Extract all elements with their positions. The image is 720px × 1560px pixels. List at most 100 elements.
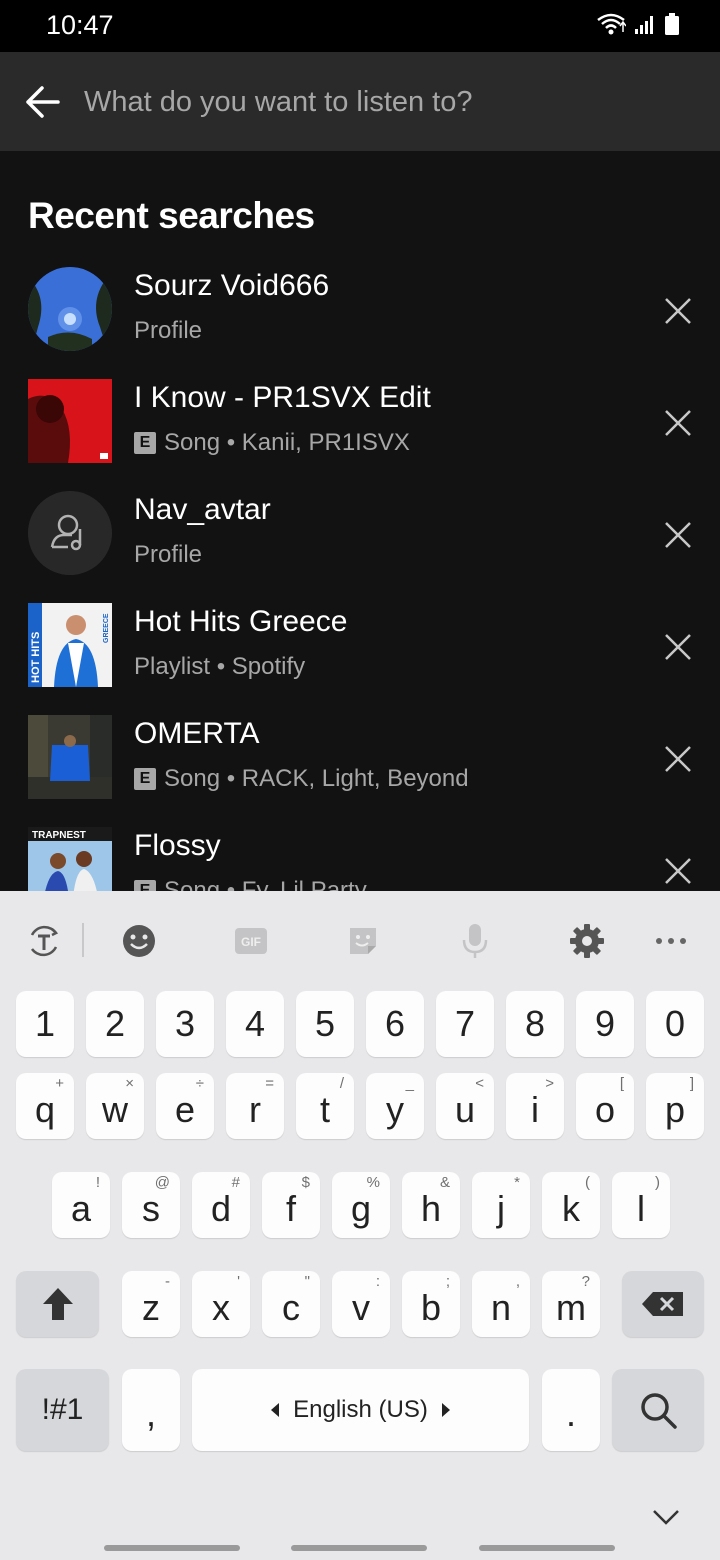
key-m[interactable]: ? m [542, 1271, 600, 1337]
key-v[interactable]: :v [332, 1271, 390, 1337]
key-s[interactable]: @ s [122, 1172, 180, 1238]
key-hint: ! [95, 1174, 100, 1191]
key-label: f [285, 1188, 296, 1229]
key-z[interactable]: -z [122, 1271, 180, 1337]
key-a[interactable]: ! a [52, 1172, 110, 1238]
search-header [0, 52, 720, 151]
space-key[interactable]: English (US) [192, 1369, 529, 1451]
key-8[interactable]: 8 [506, 991, 564, 1057]
key-label: g [350, 1188, 372, 1229]
symbols-key[interactable]: !#1 [16, 1369, 109, 1451]
key-hint: > [545, 1075, 554, 1092]
key-g[interactable]: % g [332, 1172, 390, 1238]
key-7[interactable]: 7 [436, 991, 494, 1057]
key-b[interactable]: ; b [402, 1271, 460, 1337]
key-3[interactable]: 3 [156, 991, 214, 1057]
search-input[interactable] [84, 74, 684, 130]
key-2[interactable]: 2 [86, 991, 144, 1057]
key-label: . [565, 1393, 576, 1434]
key-6[interactable]: 6 [366, 991, 424, 1057]
key-f[interactable]: $ f [262, 1172, 320, 1238]
key-r[interactable]: = r [226, 1073, 284, 1139]
key-label: u [454, 1089, 476, 1130]
key-label: n [490, 1287, 512, 1328]
recent-item[interactable]: HOT HITS GREECE Hot Hits Greece Playlist… [0, 603, 720, 715]
key-o[interactable]: [o [576, 1073, 634, 1139]
key-x[interactable]: ' x [192, 1271, 250, 1337]
key-hint: _ [405, 1075, 414, 1092]
key-hint: $ [301, 1174, 310, 1191]
key-c[interactable]: " c [262, 1271, 320, 1337]
close-icon[interactable] [660, 853, 696, 889]
more-options-icon[interactable] [649, 919, 693, 963]
key-label: o [594, 1089, 616, 1130]
key-1[interactable]: 1 [16, 991, 74, 1057]
key-label: x [212, 1287, 230, 1328]
signal-icon [635, 16, 653, 34]
key-w[interactable]: × w [86, 1073, 144, 1139]
microphone-icon [453, 919, 497, 963]
backspace-key[interactable] [622, 1271, 704, 1337]
key-k[interactable]: (k [542, 1172, 600, 1238]
key-hint: < [475, 1075, 484, 1092]
close-icon[interactable] [660, 741, 696, 777]
key-l[interactable]: ) l [612, 1172, 670, 1238]
comma-key[interactable]: , [122, 1369, 180, 1451]
item-subtitle-text: Profile [134, 541, 203, 568]
recent-item[interactable]: Nav_avtar Profile [0, 491, 720, 603]
section-title: Recent searches [28, 195, 315, 236]
recent-item[interactable]: OMERTA E Song • RACK, Light, Beyond [0, 715, 720, 827]
key-u[interactable]: < u [436, 1073, 494, 1139]
key-0[interactable]: 0 [646, 991, 704, 1057]
key-i[interactable]: > i [506, 1073, 564, 1139]
key-j[interactable]: * j [472, 1172, 530, 1238]
item-subtitle-text: Playlist • Spotify [134, 653, 306, 680]
nav-bar-home[interactable] [291, 1545, 427, 1551]
key-h[interactable]: & h [402, 1172, 460, 1238]
close-icon[interactable] [660, 629, 696, 665]
recent-item[interactable]: I Know - PR1SVX Edit E Song • Kanii, PR1… [0, 379, 720, 491]
period-key[interactable]: . [542, 1369, 600, 1451]
key-5[interactable]: 5 [296, 991, 354, 1057]
key-label: l [637, 1188, 645, 1229]
key-label: 1 [34, 1003, 56, 1044]
recent-item[interactable]: TRAPNEST Flossy E Song • Fy, Lil Party [0, 827, 720, 891]
chevron-down-icon[interactable] [648, 1501, 684, 1531]
cover-text-trapnest: TRAPNEST [32, 830, 86, 841]
key-q[interactable]: + q [16, 1073, 74, 1139]
back-arrow-icon[interactable] [20, 80, 64, 124]
emoji-icon[interactable] [117, 919, 161, 963]
key-d[interactable]: # d [192, 1172, 250, 1238]
key-hint: [ [619, 1075, 624, 1092]
item-subtitle: Playlist • Spotify [134, 653, 305, 681]
explicit-badge: E [134, 432, 156, 454]
settings-gear-icon[interactable] [565, 919, 609, 963]
translate-icon[interactable] [22, 919, 66, 963]
key-label: t [319, 1089, 330, 1130]
album-art-trapnest: TRAPNEST [28, 827, 112, 891]
key-label: 4 [244, 1003, 266, 1044]
key-label: 9 [594, 1003, 616, 1044]
key-p[interactable]: ] p [646, 1073, 704, 1139]
space-language-text: English (US) [293, 1396, 428, 1423]
close-icon[interactable] [660, 517, 696, 553]
search-key[interactable] [612, 1369, 704, 1451]
key-t[interactable]: / t [296, 1073, 354, 1139]
key-label: 8 [524, 1003, 546, 1044]
shift-key[interactable] [16, 1271, 99, 1337]
cover-text-greece: GREECE [103, 613, 110, 643]
close-icon[interactable] [660, 293, 696, 329]
key-label: d [210, 1188, 232, 1229]
key-label: v [352, 1287, 370, 1328]
key-9[interactable]: 9 [576, 991, 634, 1057]
key-label: !#1 [41, 1393, 84, 1426]
close-icon[interactable] [660, 405, 696, 441]
item-subtitle: E Song • Fy, Lil Party [134, 877, 367, 891]
recent-item[interactable]: Sourz Void666 Profile [0, 267, 720, 379]
key-4[interactable]: 4 [226, 991, 284, 1057]
key-e[interactable]: ÷ e [156, 1073, 214, 1139]
profile-photo [28, 267, 112, 351]
key-label: j [497, 1188, 505, 1229]
key-n[interactable]: ,n [472, 1271, 530, 1337]
key-y[interactable]: _ y [366, 1073, 424, 1139]
